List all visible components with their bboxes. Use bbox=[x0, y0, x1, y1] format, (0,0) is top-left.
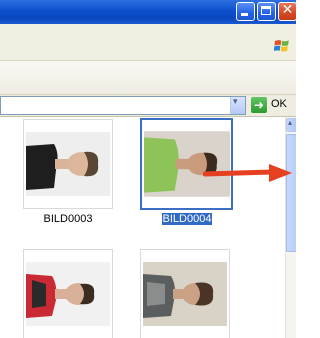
photo-person-grey-shirt bbox=[143, 262, 227, 326]
scroll-up-button[interactable]: ▴ bbox=[286, 118, 296, 132]
photo-person-red-jacket bbox=[26, 262, 110, 326]
address-bar: ▾ ➜ OK bbox=[0, 95, 296, 117]
windows-logo-icon bbox=[274, 40, 289, 52]
go-button-label: OK bbox=[271, 98, 287, 110]
go-button[interactable]: ➜ OK bbox=[249, 96, 293, 115]
close-icon: ✕ bbox=[281, 2, 294, 18]
thumbnail-3[interactable] bbox=[23, 249, 113, 338]
explorer-window: ✕ ▾ ➜ OK BILD0003 BILD0004 ▴ bbox=[0, 0, 296, 338]
thumbnail-caption: BILD0003 bbox=[43, 213, 93, 225]
toolbar bbox=[0, 61, 296, 95]
address-input[interactable]: ▾ bbox=[0, 96, 246, 115]
menu-bar bbox=[0, 24, 296, 61]
minimize-button[interactable] bbox=[236, 2, 255, 21]
minimize-icon bbox=[241, 13, 248, 16]
close-button[interactable]: ✕ bbox=[278, 2, 296, 21]
address-dropdown-button[interactable]: ▾ bbox=[230, 97, 245, 114]
thumbnail-4[interactable] bbox=[140, 249, 230, 338]
maximize-button[interactable] bbox=[257, 2, 276, 21]
maximize-icon bbox=[261, 6, 271, 15]
green-arrow-right-icon: ➜ bbox=[251, 97, 267, 113]
scrollbar-thumb[interactable] bbox=[286, 134, 296, 252]
thumbnail-view: BILD0003 BILD0004 bbox=[0, 117, 285, 338]
thumbnail-caption-selected: BILD0004 bbox=[161, 213, 213, 225]
vertical-scrollbar[interactable]: ▴ bbox=[285, 117, 296, 338]
title-bar: ✕ bbox=[0, 0, 296, 24]
annotation-arrow-icon bbox=[203, 164, 292, 182]
chevron-up-icon: ▴ bbox=[288, 118, 293, 127]
chevron-down-icon: ▾ bbox=[233, 97, 238, 107]
photo-person-black-shirt bbox=[26, 132, 110, 196]
thumbnail-bild0003[interactable] bbox=[23, 119, 113, 209]
